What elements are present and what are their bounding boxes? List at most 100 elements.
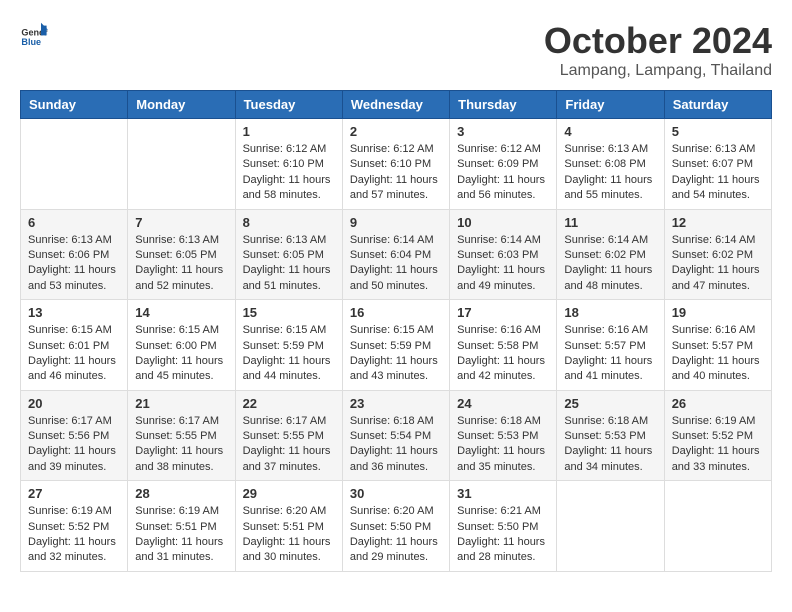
calendar-cell: 1 Sunrise: 6:12 AM Sunset: 6:10 PM Daylig… <box>235 119 342 210</box>
day-content: Sunrise: 6:15 AM Sunset: 5:59 PM Dayligh… <box>243 323 335 385</box>
day-content: Sunrise: 6:17 AM Sunset: 5:56 PM Dayligh… <box>28 414 120 476</box>
day-number: 30 <box>350 486 442 501</box>
day-content: Sunrise: 6:12 AM Sunset: 6:10 PM Dayligh… <box>350 142 442 204</box>
day-number: 24 <box>457 396 549 411</box>
day-number: 9 <box>350 215 442 230</box>
day-content: Sunrise: 6:20 AM Sunset: 5:51 PM Dayligh… <box>243 504 335 566</box>
calendar-cell <box>128 119 235 210</box>
day-number: 25 <box>564 396 656 411</box>
calendar-cell: 21 Sunrise: 6:17 AM Sunset: 5:55 PM Dayli… <box>128 390 235 481</box>
header: General Blue October 2024 Lampang, Lampa… <box>20 20 772 80</box>
day-content: Sunrise: 6:21 AM Sunset: 5:50 PM Dayligh… <box>457 504 549 566</box>
calendar-cell: 31 Sunrise: 6:21 AM Sunset: 5:50 PM Dayli… <box>450 481 557 572</box>
day-content: Sunrise: 6:13 AM Sunset: 6:06 PM Dayligh… <box>28 233 120 295</box>
weekday-header-saturday: Saturday <box>664 91 771 119</box>
day-number: 2 <box>350 124 442 139</box>
day-content: Sunrise: 6:14 AM Sunset: 6:02 PM Dayligh… <box>564 233 656 295</box>
calendar-cell: 10 Sunrise: 6:14 AM Sunset: 6:03 PM Dayli… <box>450 209 557 300</box>
calendar-cell: 28 Sunrise: 6:19 AM Sunset: 5:51 PM Dayli… <box>128 481 235 572</box>
day-content: Sunrise: 6:16 AM Sunset: 5:58 PM Dayligh… <box>457 323 549 385</box>
day-content: Sunrise: 6:19 AM Sunset: 5:51 PM Dayligh… <box>135 504 227 566</box>
calendar-cell: 16Sunrise: 6:15 AM Sunset: 5:59 PM Dayli… <box>342 300 449 391</box>
logo: General Blue <box>20 20 50 48</box>
day-number: 29 <box>243 486 335 501</box>
day-number: 10 <box>457 215 549 230</box>
day-number: 11 <box>564 215 656 230</box>
day-number: 13 <box>28 305 120 320</box>
calendar-cell: 9 Sunrise: 6:14 AM Sunset: 6:04 PM Daylig… <box>342 209 449 300</box>
calendar-cell: 5 Sunrise: 6:13 AM Sunset: 6:07 PM Daylig… <box>664 119 771 210</box>
day-content: Sunrise: 6:19 AM Sunset: 5:52 PM Dayligh… <box>28 504 120 566</box>
title-area: October 2024 Lampang, Lampang, Thailand <box>544 20 772 80</box>
day-content: Sunrise: 6:18 AM Sunset: 5:53 PM Dayligh… <box>564 414 656 476</box>
calendar-cell: 11 Sunrise: 6:14 AM Sunset: 6:02 PM Dayli… <box>557 209 664 300</box>
day-content: Sunrise: 6:13 AM Sunset: 6:05 PM Dayligh… <box>135 233 227 295</box>
day-number: 15 <box>243 305 335 320</box>
calendar-cell: 27 Sunrise: 6:19 AM Sunset: 5:52 PM Dayli… <box>21 481 128 572</box>
day-content: Sunrise: 6:17 AM Sunset: 5:55 PM Dayligh… <box>135 414 227 476</box>
day-number: 3 <box>457 124 549 139</box>
day-number: 18 <box>564 305 656 320</box>
calendar-header-row: SundayMondayTuesdayWednesdayThursdayFrid… <box>21 91 772 119</box>
calendar-cell: 24 Sunrise: 6:18 AM Sunset: 5:53 PM Dayli… <box>450 390 557 481</box>
day-number: 12 <box>672 215 764 230</box>
day-number: 1 <box>243 124 335 139</box>
calendar-week-row: 1 Sunrise: 6:12 AM Sunset: 6:10 PM Daylig… <box>21 119 772 210</box>
month-title: October 2024 <box>544 20 772 62</box>
weekday-header-thursday: Thursday <box>450 91 557 119</box>
location: Lampang, Lampang, Thailand <box>544 62 772 80</box>
calendar-cell: 25 Sunrise: 6:18 AM Sunset: 5:53 PM Dayli… <box>557 390 664 481</box>
calendar-cell: 26 Sunrise: 6:19 AM Sunset: 5:52 PM Dayli… <box>664 390 771 481</box>
day-number: 31 <box>457 486 549 501</box>
day-content: Sunrise: 6:13 AM Sunset: 6:08 PM Dayligh… <box>564 142 656 204</box>
calendar-cell: 4 Sunrise: 6:13 AM Sunset: 6:08 PM Daylig… <box>557 119 664 210</box>
day-content: Sunrise: 6:15 AM Sunset: 5:59 PM Dayligh… <box>350 323 442 385</box>
calendar-week-row: 13Sunrise: 6:15 AM Sunset: 6:01 PM Dayli… <box>21 300 772 391</box>
day-content: Sunrise: 6:17 AM Sunset: 5:55 PM Dayligh… <box>243 414 335 476</box>
calendar-week-row: 6 Sunrise: 6:13 AM Sunset: 6:06 PM Daylig… <box>21 209 772 300</box>
calendar-cell: 23Sunrise: 6:18 AM Sunset: 5:54 PM Dayli… <box>342 390 449 481</box>
day-content: Sunrise: 6:19 AM Sunset: 5:52 PM Dayligh… <box>672 414 764 476</box>
calendar-cell: 15 Sunrise: 6:15 AM Sunset: 5:59 PM Dayli… <box>235 300 342 391</box>
calendar-cell <box>664 481 771 572</box>
weekday-header-monday: Monday <box>128 91 235 119</box>
calendar-cell: 6 Sunrise: 6:13 AM Sunset: 6:06 PM Daylig… <box>21 209 128 300</box>
day-number: 28 <box>135 486 227 501</box>
day-content: Sunrise: 6:18 AM Sunset: 5:53 PM Dayligh… <box>457 414 549 476</box>
svg-text:Blue: Blue <box>21 37 41 47</box>
day-number: 22 <box>243 396 335 411</box>
weekday-header-tuesday: Tuesday <box>235 91 342 119</box>
calendar-cell: 20Sunrise: 6:17 AM Sunset: 5:56 PM Dayli… <box>21 390 128 481</box>
calendar-cell: 3 Sunrise: 6:12 AM Sunset: 6:09 PM Daylig… <box>450 119 557 210</box>
day-number: 14 <box>135 305 227 320</box>
day-number: 6 <box>28 215 120 230</box>
calendar-cell: 13Sunrise: 6:15 AM Sunset: 6:01 PM Dayli… <box>21 300 128 391</box>
day-number: 21 <box>135 396 227 411</box>
calendar-cell: 19Sunrise: 6:16 AM Sunset: 5:57 PM Dayli… <box>664 300 771 391</box>
day-content: Sunrise: 6:14 AM Sunset: 6:03 PM Dayligh… <box>457 233 549 295</box>
day-content: Sunrise: 6:18 AM Sunset: 5:54 PM Dayligh… <box>350 414 442 476</box>
calendar-cell: 2 Sunrise: 6:12 AM Sunset: 6:10 PM Daylig… <box>342 119 449 210</box>
day-content: Sunrise: 6:20 AM Sunset: 5:50 PM Dayligh… <box>350 504 442 566</box>
day-number: 5 <box>672 124 764 139</box>
calendar-cell: 18 Sunrise: 6:16 AM Sunset: 5:57 PM Dayli… <box>557 300 664 391</box>
day-content: Sunrise: 6:16 AM Sunset: 5:57 PM Dayligh… <box>564 323 656 385</box>
weekday-header-sunday: Sunday <box>21 91 128 119</box>
day-content: Sunrise: 6:12 AM Sunset: 6:09 PM Dayligh… <box>457 142 549 204</box>
calendar-cell: 12 Sunrise: 6:14 AM Sunset: 6:02 PM Dayli… <box>664 209 771 300</box>
day-content: Sunrise: 6:13 AM Sunset: 6:07 PM Dayligh… <box>672 142 764 204</box>
calendar-cell: 30 Sunrise: 6:20 AM Sunset: 5:50 PM Dayli… <box>342 481 449 572</box>
day-number: 4 <box>564 124 656 139</box>
calendar-cell <box>21 119 128 210</box>
calendar-cell: 8Sunrise: 6:13 AM Sunset: 6:05 PM Daylig… <box>235 209 342 300</box>
day-number: 7 <box>135 215 227 230</box>
day-content: Sunrise: 6:14 AM Sunset: 6:04 PM Dayligh… <box>350 233 442 295</box>
day-content: Sunrise: 6:14 AM Sunset: 6:02 PM Dayligh… <box>672 233 764 295</box>
calendar-cell: 7 Sunrise: 6:13 AM Sunset: 6:05 PM Daylig… <box>128 209 235 300</box>
day-content: Sunrise: 6:15 AM Sunset: 6:00 PM Dayligh… <box>135 323 227 385</box>
day-number: 27 <box>28 486 120 501</box>
day-number: 19 <box>672 305 764 320</box>
day-content: Sunrise: 6:12 AM Sunset: 6:10 PM Dayligh… <box>243 142 335 204</box>
weekday-header-friday: Friday <box>557 91 664 119</box>
day-number: 26 <box>672 396 764 411</box>
